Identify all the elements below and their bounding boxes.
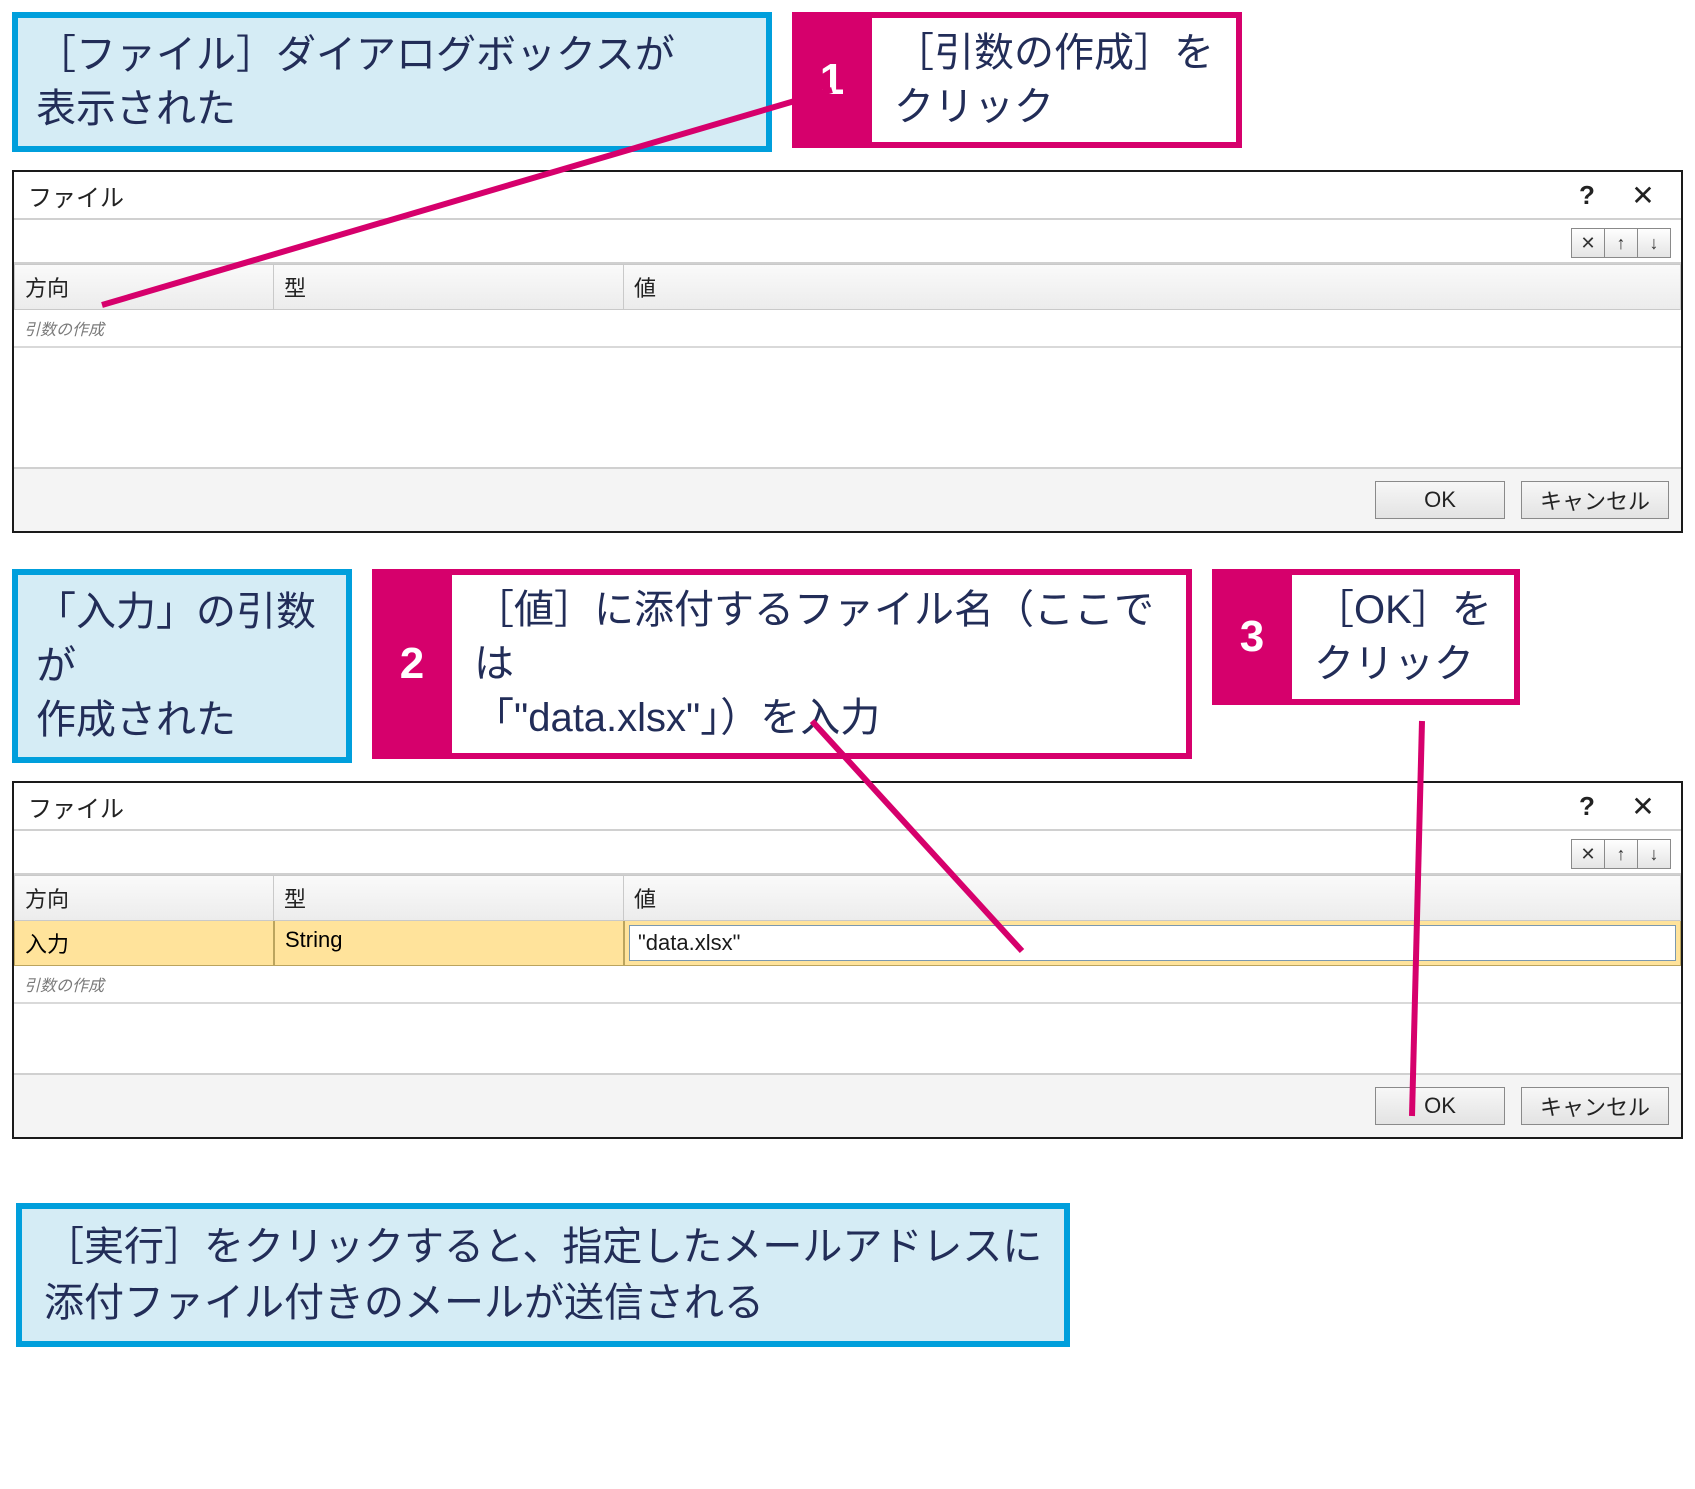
create-argument-row[interactable]: 引数の作成 xyxy=(14,966,1681,1003)
move-down-button[interactable]: ↓ xyxy=(1637,839,1671,869)
step-number-1: 1 xyxy=(792,12,872,148)
dialog-title: ファイル xyxy=(28,789,1559,824)
callout-final: ［実行］をクリックすると、指定したメールアドレスに 添付ファイル付きのメールが送… xyxy=(16,1203,1070,1347)
step-text-1: ［引数の作成］を クリック xyxy=(872,12,1242,148)
callout-step-2: 2 ［値］に添付するファイル名（ここでは 「"data.xlsx"」）を入力 xyxy=(372,569,1192,759)
ok-button[interactable]: OK xyxy=(1375,481,1505,519)
column-direction[interactable]: 方向 xyxy=(14,264,274,310)
grid-toolbar: ✕ ↑ ↓ xyxy=(14,220,1681,264)
move-up-button[interactable]: ↑ xyxy=(1604,839,1638,869)
titlebar: ファイル ? ✕ xyxy=(14,783,1681,829)
callout-step-3: 3 ［OK］を クリック xyxy=(1212,569,1520,705)
close-icon[interactable]: ✕ xyxy=(1615,173,1671,217)
column-type[interactable]: 型 xyxy=(274,875,624,921)
ok-button[interactable]: OK xyxy=(1375,1087,1505,1125)
cancel-button[interactable]: キャンセル xyxy=(1521,481,1669,519)
dialog-title: ファイル xyxy=(28,178,1559,213)
delete-row-button[interactable]: ✕ xyxy=(1571,228,1605,258)
dialog-footer: OK キャンセル xyxy=(14,1073,1681,1137)
step-text-2: ［値］に添付するファイル名（ここでは 「"data.xlsx"」）を入力 xyxy=(452,569,1192,759)
delete-row-button[interactable]: ✕ xyxy=(1571,839,1605,869)
help-icon[interactable]: ? xyxy=(1559,173,1615,217)
dialog-footer: OK キャンセル xyxy=(14,467,1681,531)
column-direction[interactable]: 方向 xyxy=(14,875,274,921)
callout-step-1: 1 ［引数の作成］を クリック xyxy=(792,12,1242,148)
cancel-button[interactable]: キャンセル xyxy=(1521,1087,1669,1125)
argument-row-1[interactable]: 入力 String xyxy=(14,921,1681,966)
grid-empty-area xyxy=(14,1003,1681,1073)
column-value[interactable]: 値 xyxy=(624,264,1681,310)
step-text-3: ［OK］を クリック xyxy=(1292,569,1520,705)
arguments-grid-header: 方向 型 値 xyxy=(14,264,1681,310)
help-icon[interactable]: ? xyxy=(1559,784,1615,828)
grid-toolbar: ✕ ↑ ↓ xyxy=(14,831,1681,875)
column-type[interactable]: 型 xyxy=(274,264,624,310)
file-dialog-1: ファイル ? ✕ ✕ ↑ ↓ 方向 型 値 引数の作成 OK キャンセル xyxy=(12,170,1683,533)
step-number-3: 3 xyxy=(1212,569,1292,705)
step-number-2: 2 xyxy=(372,569,452,759)
move-up-button[interactable]: ↑ xyxy=(1604,228,1638,258)
value-input[interactable] xyxy=(629,925,1676,961)
column-value[interactable]: 値 xyxy=(624,875,1681,921)
file-dialog-2: ファイル ? ✕ ✕ ↑ ↓ 方向 型 値 入力 String 引数 xyxy=(12,781,1683,1139)
cell-direction[interactable]: 入力 xyxy=(14,921,274,966)
grid-empty-area xyxy=(14,347,1681,467)
close-icon[interactable]: ✕ xyxy=(1615,784,1671,828)
callout-input-created: 「入力」の引数が 作成された xyxy=(12,569,352,763)
create-argument-row[interactable]: 引数の作成 xyxy=(14,310,1681,347)
cell-value-wrap[interactable] xyxy=(624,921,1681,966)
arguments-grid-header: 方向 型 値 xyxy=(14,875,1681,921)
cell-type[interactable]: String xyxy=(274,921,624,966)
titlebar: ファイル ? ✕ xyxy=(14,172,1681,218)
callout-dialog-shown: ［ファイル］ダイアログボックスが 表示された xyxy=(12,12,772,152)
move-down-button[interactable]: ↓ xyxy=(1637,228,1671,258)
